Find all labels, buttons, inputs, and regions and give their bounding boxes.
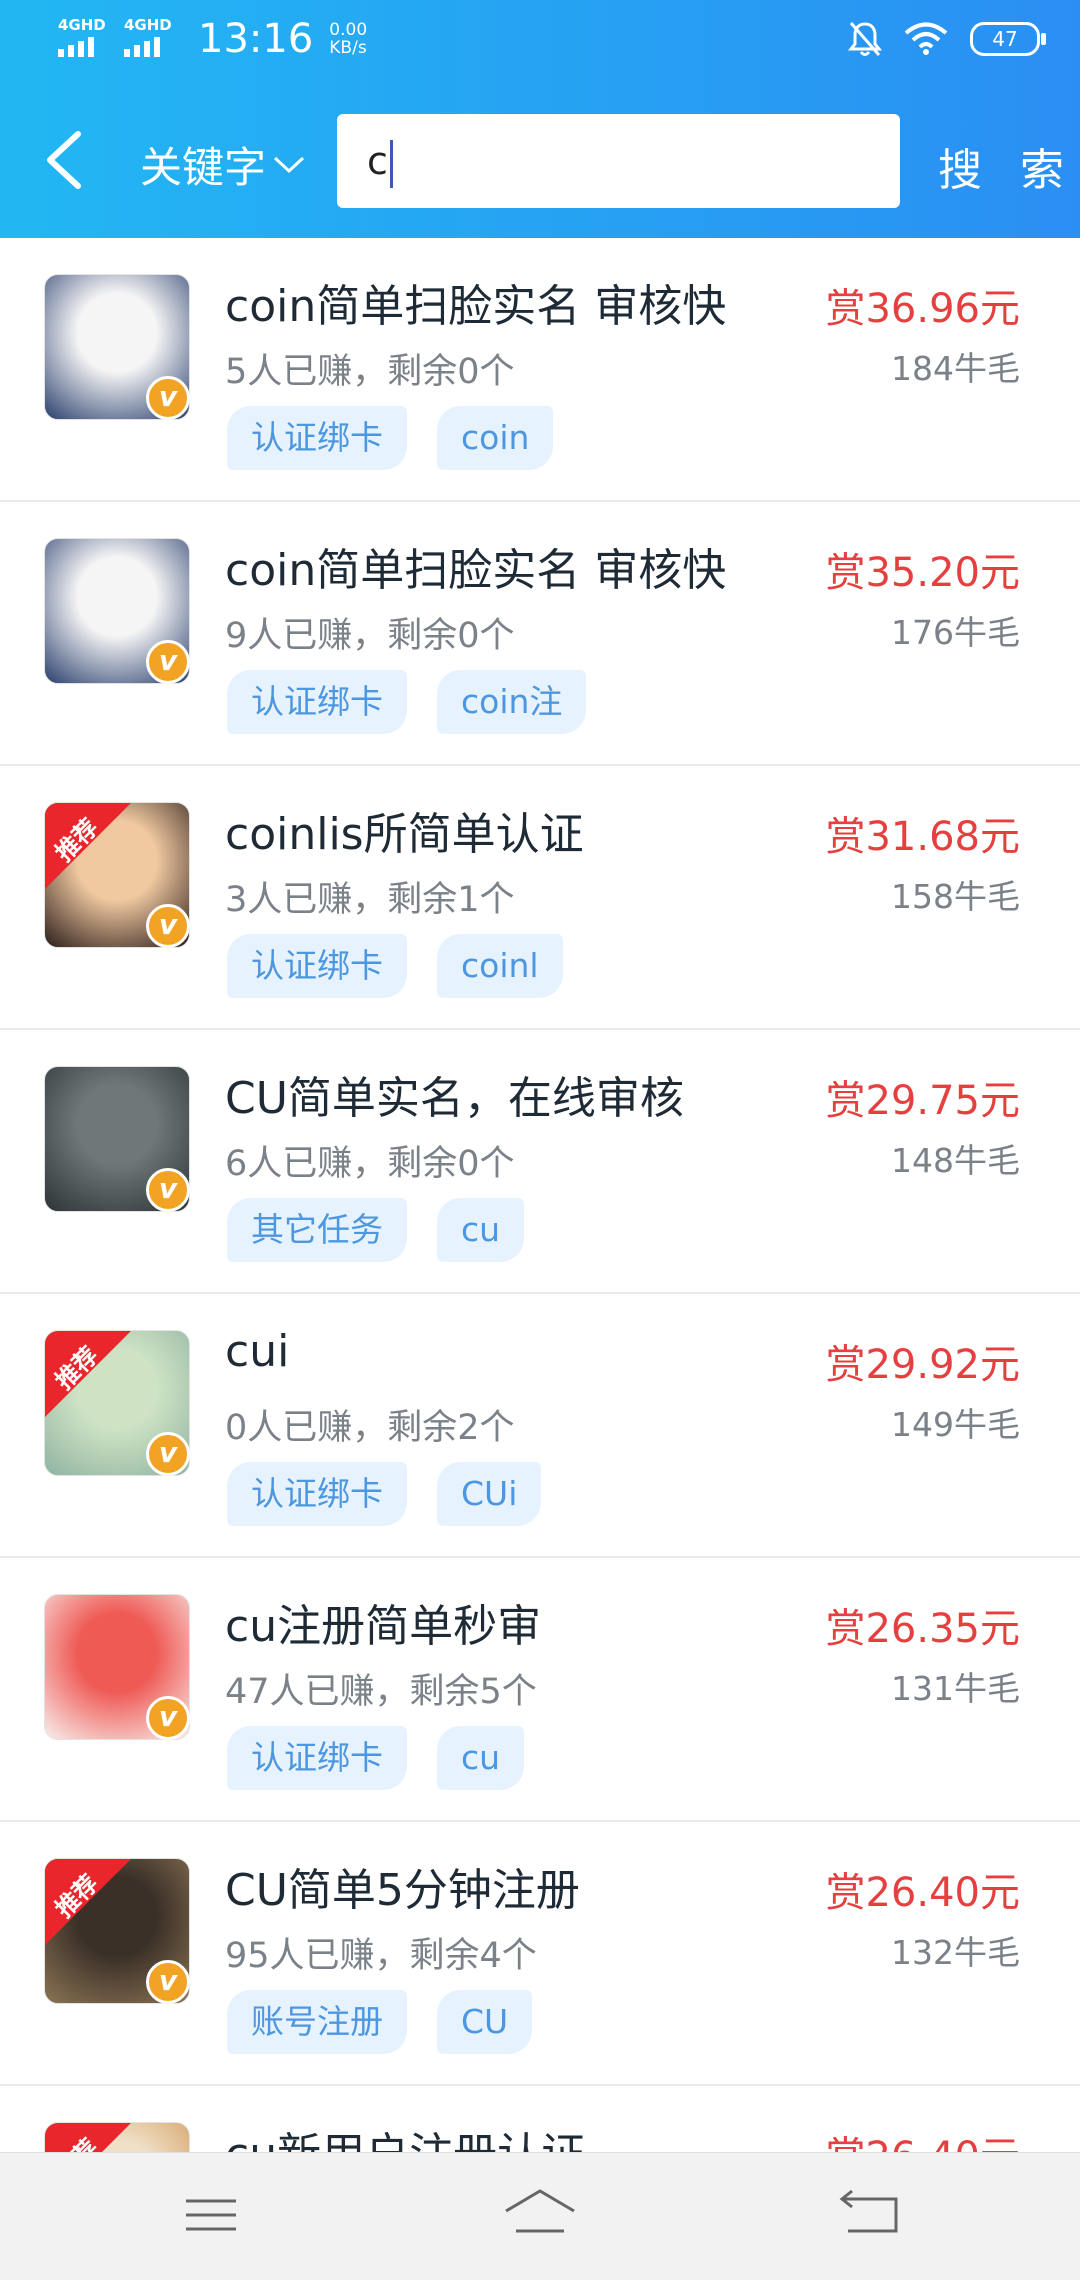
search-input[interactable]: c — [337, 114, 900, 208]
status-bar: 4GHD 4GHD 13:16 0.00 KB/s 47 — [0, 0, 1080, 80]
task-title: coinlis所简单认证 — [225, 809, 584, 860]
verified-badge-icon: v — [146, 1960, 190, 2004]
reward-amount: 赏36.96元 — [825, 286, 1020, 332]
task-list-item[interactable]: v coin简单扫脸实名 审核快 5人已赚，剩余0个认证绑卡 coin 赏36.96元 1… — [0, 238, 1080, 502]
speed-unit: KB/s — [329, 38, 367, 58]
task-tag: 认证绑卡 — [227, 670, 407, 734]
back-arrow-icon[interactable] — [36, 128, 96, 192]
home-icon[interactable] — [500, 2185, 580, 2245]
task-tag: coin注 — [437, 670, 587, 734]
task-tag: 认证绑卡 — [227, 1726, 407, 1790]
task-title: cu注册简单秒审 — [225, 1601, 542, 1652]
task-list-item[interactable]: 推荐 v coinlis所简单认证 3人已赚，剩余1个 认证绑卡 coinl 赏31.68元… — [0, 766, 1080, 1030]
back-icon[interactable] — [836, 2185, 906, 2245]
task-tag: 其它任务 — [227, 1198, 407, 1262]
reward-amount: 赏35.20元 — [825, 550, 1020, 596]
task-title: CU简单5分钟注册 — [225, 1865, 580, 1916]
text-cursor — [389, 139, 393, 188]
reward-amount: 赏31.68元 — [825, 814, 1020, 860]
search-input-value: c — [367, 139, 388, 183]
task-list: v coin简单扫脸实名 审核快 5人已赚，剩余0个认证绑卡 coin 赏36.96元 1… — [0, 238, 1080, 2280]
task-tag: coinl — [437, 934, 563, 998]
task-progress: 6人已赚，剩余0个 — [225, 1144, 515, 1184]
task-title: CU简单实名，在线审核 — [225, 1073, 684, 1124]
speed-value: 0.00 — [329, 20, 368, 40]
task-list-item[interactable]: 推荐 v cui 0人已赚，剩余2个 认证绑卡 CUi 赏29.92元 149牛毛 — [0, 1294, 1080, 1558]
task-tag: 账号注册 — [227, 1990, 407, 2054]
menu-icon[interactable] — [176, 2185, 246, 2245]
keyword-label: 关键字 — [140, 143, 267, 192]
reward-coins: 132牛毛 — [891, 1933, 1020, 1972]
tag-list: 认证绑卡 cu — [227, 1726, 525, 1790]
search-bar: 关键字 c 搜 索 — [0, 110, 1080, 210]
task-tag: cu — [437, 1726, 525, 1790]
chevron-down-icon — [273, 156, 305, 173]
task-tag: 认证绑卡 — [227, 1462, 407, 1526]
header: 4GHD 4GHD 13:16 0.00 KB/s 47 关键字 c 搜 索 — [0, 0, 1080, 238]
task-progress: 0人已赚，剩余2个 — [225, 1408, 515, 1448]
reward-amount: 赏29.92元 — [825, 1342, 1020, 1388]
system-navigation-bar — [0, 2152, 1080, 2280]
reward-amount: 赏26.40元 — [825, 1870, 1020, 1916]
battery-indicator: 47 — [970, 22, 1046, 56]
task-tag: CUi — [437, 1462, 542, 1526]
mute-bell-icon — [848, 22, 882, 56]
task-title: coin简单扫脸实名 审核快 — [225, 281, 727, 332]
network-speed: 0.00 KB/s — [329, 21, 367, 57]
task-progress: 9人已赚，剩余0个 — [225, 616, 515, 656]
reward-amount: 赏26.35元 — [825, 1606, 1020, 1652]
reward-coins: 176牛毛 — [891, 613, 1020, 652]
verified-badge-icon: v — [146, 1432, 190, 1476]
clock: 13:16 — [198, 16, 314, 62]
task-tag: coin — [437, 406, 554, 470]
tag-list: 其它任务 cu — [227, 1198, 525, 1262]
task-title: cui — [225, 1326, 290, 1377]
task-list-item[interactable]: v CU简单实名，在线审核 6人已赚，剩余0个其它任务 cu 赏29.75元 148牛毛 — [0, 1030, 1080, 1294]
task-list-item[interactable]: v cu注册简单秒审 47人已赚，剩余5个认证绑卡 cu 赏26.35元 131牛毛 — [0, 1558, 1080, 1822]
task-list-item[interactable]: v coin简单扫脸实名 审核快 9人已赚，剩余0个认证绑卡 coin注 赏35.20元… — [0, 502, 1080, 766]
reward-coins: 184牛毛 — [891, 349, 1020, 388]
reward-coins: 148牛毛 — [891, 1141, 1020, 1180]
tag-list: 认证绑卡 coin — [227, 406, 554, 470]
page: 4GHD 4GHD 13:16 0.00 KB/s 47 关键字 c 搜 索 v… — [0, 0, 1080, 2280]
task-tag: CU — [437, 1990, 533, 2054]
reward-coins: 158牛毛 — [891, 877, 1020, 916]
task-tag: 认证绑卡 — [227, 934, 407, 998]
task-progress: 95人已赚，剩余4个 — [225, 1936, 537, 1976]
task-tag: cu — [437, 1198, 525, 1262]
tag-list: 认证绑卡 coinl — [227, 934, 563, 998]
task-title: coin简单扫脸实名 审核快 — [225, 545, 727, 596]
network-type-label: 4GHD — [124, 16, 172, 34]
task-list-item[interactable]: 推荐 v CU简单5分钟注册 95人已赚，剩余4个 账号注册 CU 赏26.40元 132牛毛 — [0, 1822, 1080, 2086]
reward-amount: 赏29.75元 — [825, 1078, 1020, 1124]
tag-list: 账号注册 CU — [227, 1990, 533, 2054]
signal-icon-1: 4GHD — [58, 17, 110, 61]
verified-badge-icon: v — [146, 904, 190, 948]
verified-badge-icon: v — [146, 376, 190, 420]
task-progress: 47人已赚，剩余5个 — [225, 1672, 537, 1712]
verified-badge-icon: v — [146, 640, 190, 684]
task-progress: 5人已赚，剩余0个 — [225, 352, 515, 392]
signal-icon-2: 4GHD — [124, 17, 176, 61]
reward-coins: 149牛毛 — [891, 1405, 1020, 1444]
network-type-label: 4GHD — [58, 16, 106, 34]
task-progress: 3人已赚，剩余1个 — [225, 880, 515, 920]
tag-list: 认证绑卡 coin注 — [227, 670, 587, 734]
task-tag: 认证绑卡 — [227, 406, 407, 470]
verified-badge-icon: v — [146, 1168, 190, 1212]
wifi-icon — [904, 22, 948, 55]
search-button[interactable]: 搜 索 — [938, 134, 1076, 198]
keyword-dropdown[interactable]: 关键字 — [140, 134, 306, 195]
tag-list: 认证绑卡 CUi — [227, 1462, 542, 1526]
reward-coins: 131牛毛 — [891, 1669, 1020, 1708]
verified-badge-icon: v — [146, 1696, 190, 1740]
